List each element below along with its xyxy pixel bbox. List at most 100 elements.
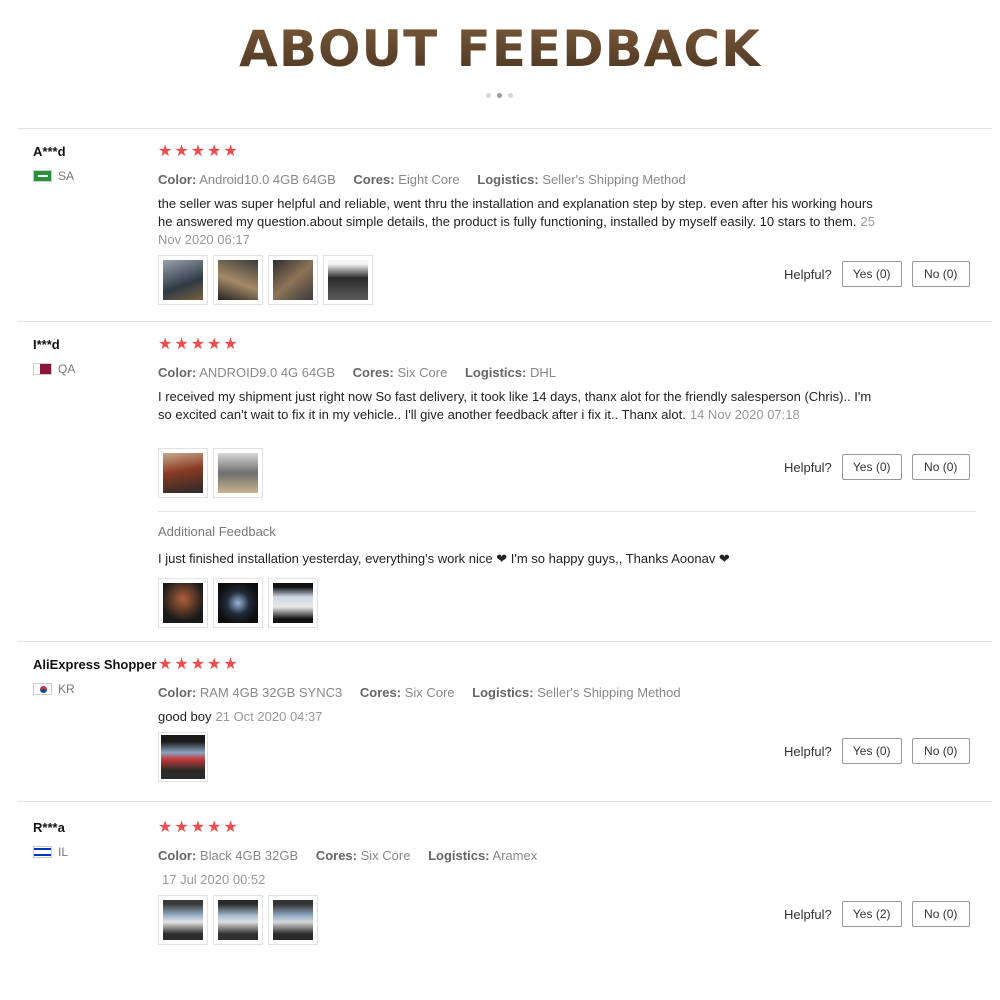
divider — [17, 641, 992, 642]
review-date: 14 Nov 2020 07:18 — [689, 407, 800, 422]
review-photo[interactable] — [268, 255, 318, 305]
review-date: 17 Jul 2020 00:52 — [162, 872, 266, 887]
review-photo[interactable] — [158, 895, 208, 945]
review-date: 21 Oct 2020 04:37 — [215, 709, 323, 724]
flag-sa-icon — [33, 170, 52, 182]
helpful-label: Helpful? — [784, 906, 832, 922]
carousel-dot-active[interactable] — [497, 93, 502, 98]
star-rating: ★★★★★ — [158, 819, 240, 836]
user-country: IL — [33, 845, 157, 859]
helpful-no-button[interactable]: No (0) — [911, 454, 970, 480]
star-rating: ★★★★★ — [158, 656, 240, 673]
helpful-label: Helpful? — [784, 459, 832, 475]
country-code: IL — [58, 845, 69, 859]
review-content: ★★★★★ Color: Black 4GB 32GB Cores: Six C… — [158, 820, 878, 889]
review-photos — [158, 895, 318, 945]
review-photo[interactable] — [213, 255, 263, 305]
review-meta: Color: ANDROID9.0 4G 64GB Cores: Six Cor… — [158, 365, 878, 380]
review-photo[interactable] — [158, 578, 208, 628]
review-text: the seller was super helpful and reliabl… — [158, 195, 878, 249]
additional-feedback-text: I just finished installation yesterday, … — [158, 551, 730, 566]
color-label: Color: — [158, 365, 197, 380]
review-photos — [158, 732, 208, 782]
helpful-controls: Helpful? Yes (2) No (0) — [784, 901, 970, 927]
logistics-value: Seller's Shipping Method — [537, 685, 681, 700]
review-user: AliExpress Shopper KR — [33, 657, 157, 696]
color-value: ANDROID9.0 4G 64GB — [199, 365, 336, 380]
review-photo[interactable] — [213, 578, 263, 628]
review-photo[interactable] — [268, 895, 318, 945]
review-meta: Color: Black 4GB 32GB Cores: Six Core Lo… — [158, 848, 878, 863]
color-label: Color: — [158, 848, 197, 863]
color-value: Black 4GB 32GB — [199, 848, 299, 863]
helpful-controls: Helpful? Yes (0) No (0) — [784, 454, 970, 480]
carousel-dot[interactable] — [508, 93, 513, 98]
review-body: the seller was super helpful and reliabl… — [158, 196, 873, 229]
review-photo[interactable] — [158, 255, 208, 305]
review-photo[interactable] — [158, 732, 208, 782]
review-photo[interactable] — [213, 448, 263, 498]
color-label: Color: — [158, 172, 197, 187]
review-text: I received my shipment just right now So… — [158, 388, 878, 424]
user-name: R***a — [33, 820, 65, 835]
review-photo[interactable] — [268, 578, 318, 628]
review-content: ★★★★★ Color: Android10.0 4GB 64GB Cores:… — [158, 144, 878, 249]
review-meta: Color: Android10.0 4GB 64GB Cores: Eight… — [158, 172, 878, 187]
user-country: KR — [33, 682, 157, 696]
helpful-no-button[interactable]: No (0) — [911, 261, 970, 287]
logistics-label: Logistics: — [428, 848, 490, 863]
logistics-value: Seller's Shipping Method — [542, 172, 686, 187]
review-user: A***d SA — [33, 144, 157, 183]
divider — [158, 511, 976, 512]
helpful-controls: Helpful? Yes (0) No (0) — [784, 261, 970, 287]
flag-qa-icon — [33, 363, 52, 375]
review-user: I***d QA — [33, 337, 157, 376]
star-rating: ★★★★★ — [158, 336, 240, 353]
helpful-yes-button[interactable]: Yes (0) — [841, 454, 902, 480]
review-photos — [158, 255, 373, 305]
review-photos — [158, 448, 263, 498]
star-rating: ★★★★★ — [158, 143, 240, 160]
user-name: A***d — [33, 144, 66, 159]
review-user: R***a IL — [33, 820, 157, 859]
cores-value: Six Core — [404, 685, 455, 700]
helpful-no-button[interactable]: No (0) — [911, 901, 970, 927]
country-code: KR — [58, 682, 75, 696]
helpful-yes-button[interactable]: Yes (0) — [841, 261, 902, 287]
helpful-no-button[interactable]: No (0) — [911, 738, 970, 764]
additional-photos — [158, 578, 318, 628]
country-code: SA — [58, 169, 75, 183]
review-body: good boy — [158, 709, 212, 724]
review-photo[interactable] — [158, 448, 208, 498]
review-text: good boy 21 Oct 2020 04:37 — [158, 708, 878, 726]
helpful-label: Helpful? — [784, 743, 832, 759]
divider — [17, 321, 992, 322]
helpful-controls: Helpful? Yes (0) No (0) — [784, 738, 970, 764]
logistics-value: Aramex — [492, 848, 538, 863]
additional-feedback-title: Additional Feedback — [158, 524, 276, 539]
logistics-label: Logistics: — [472, 685, 534, 700]
cores-value: Six Core — [397, 365, 448, 380]
cores-label: Cores: — [352, 365, 394, 380]
divider — [17, 801, 992, 802]
cores-label: Cores: — [353, 172, 395, 187]
helpful-yes-button[interactable]: Yes (0) — [841, 738, 902, 764]
logistics-label: Logistics: — [477, 172, 539, 187]
review-content: ★★★★★ Color: ANDROID9.0 4G 64GB Cores: S… — [158, 337, 878, 424]
review-photo[interactable] — [323, 255, 373, 305]
helpful-yes-button[interactable]: Yes (2) — [841, 901, 902, 927]
color-label: Color: — [158, 685, 197, 700]
review-photo[interactable] — [213, 895, 263, 945]
header: ABOUT FEEDBACK — [0, 0, 1000, 128]
flag-il-icon — [33, 846, 52, 858]
review-text: 17 Jul 2020 00:52 — [158, 871, 878, 889]
user-name: I***d — [33, 337, 60, 352]
color-value: Android10.0 4GB 64GB — [199, 172, 336, 187]
flag-kr-icon — [33, 683, 52, 695]
country-code: QA — [58, 362, 76, 376]
review-content: ★★★★★ Color: RAM 4GB 32GB SYNC3 Cores: S… — [158, 657, 878, 726]
cores-value: Eight Core — [398, 172, 460, 187]
carousel-dot[interactable] — [486, 93, 491, 98]
user-name: AliExpress Shopper — [33, 657, 157, 672]
logistics-value: DHL — [529, 365, 556, 380]
